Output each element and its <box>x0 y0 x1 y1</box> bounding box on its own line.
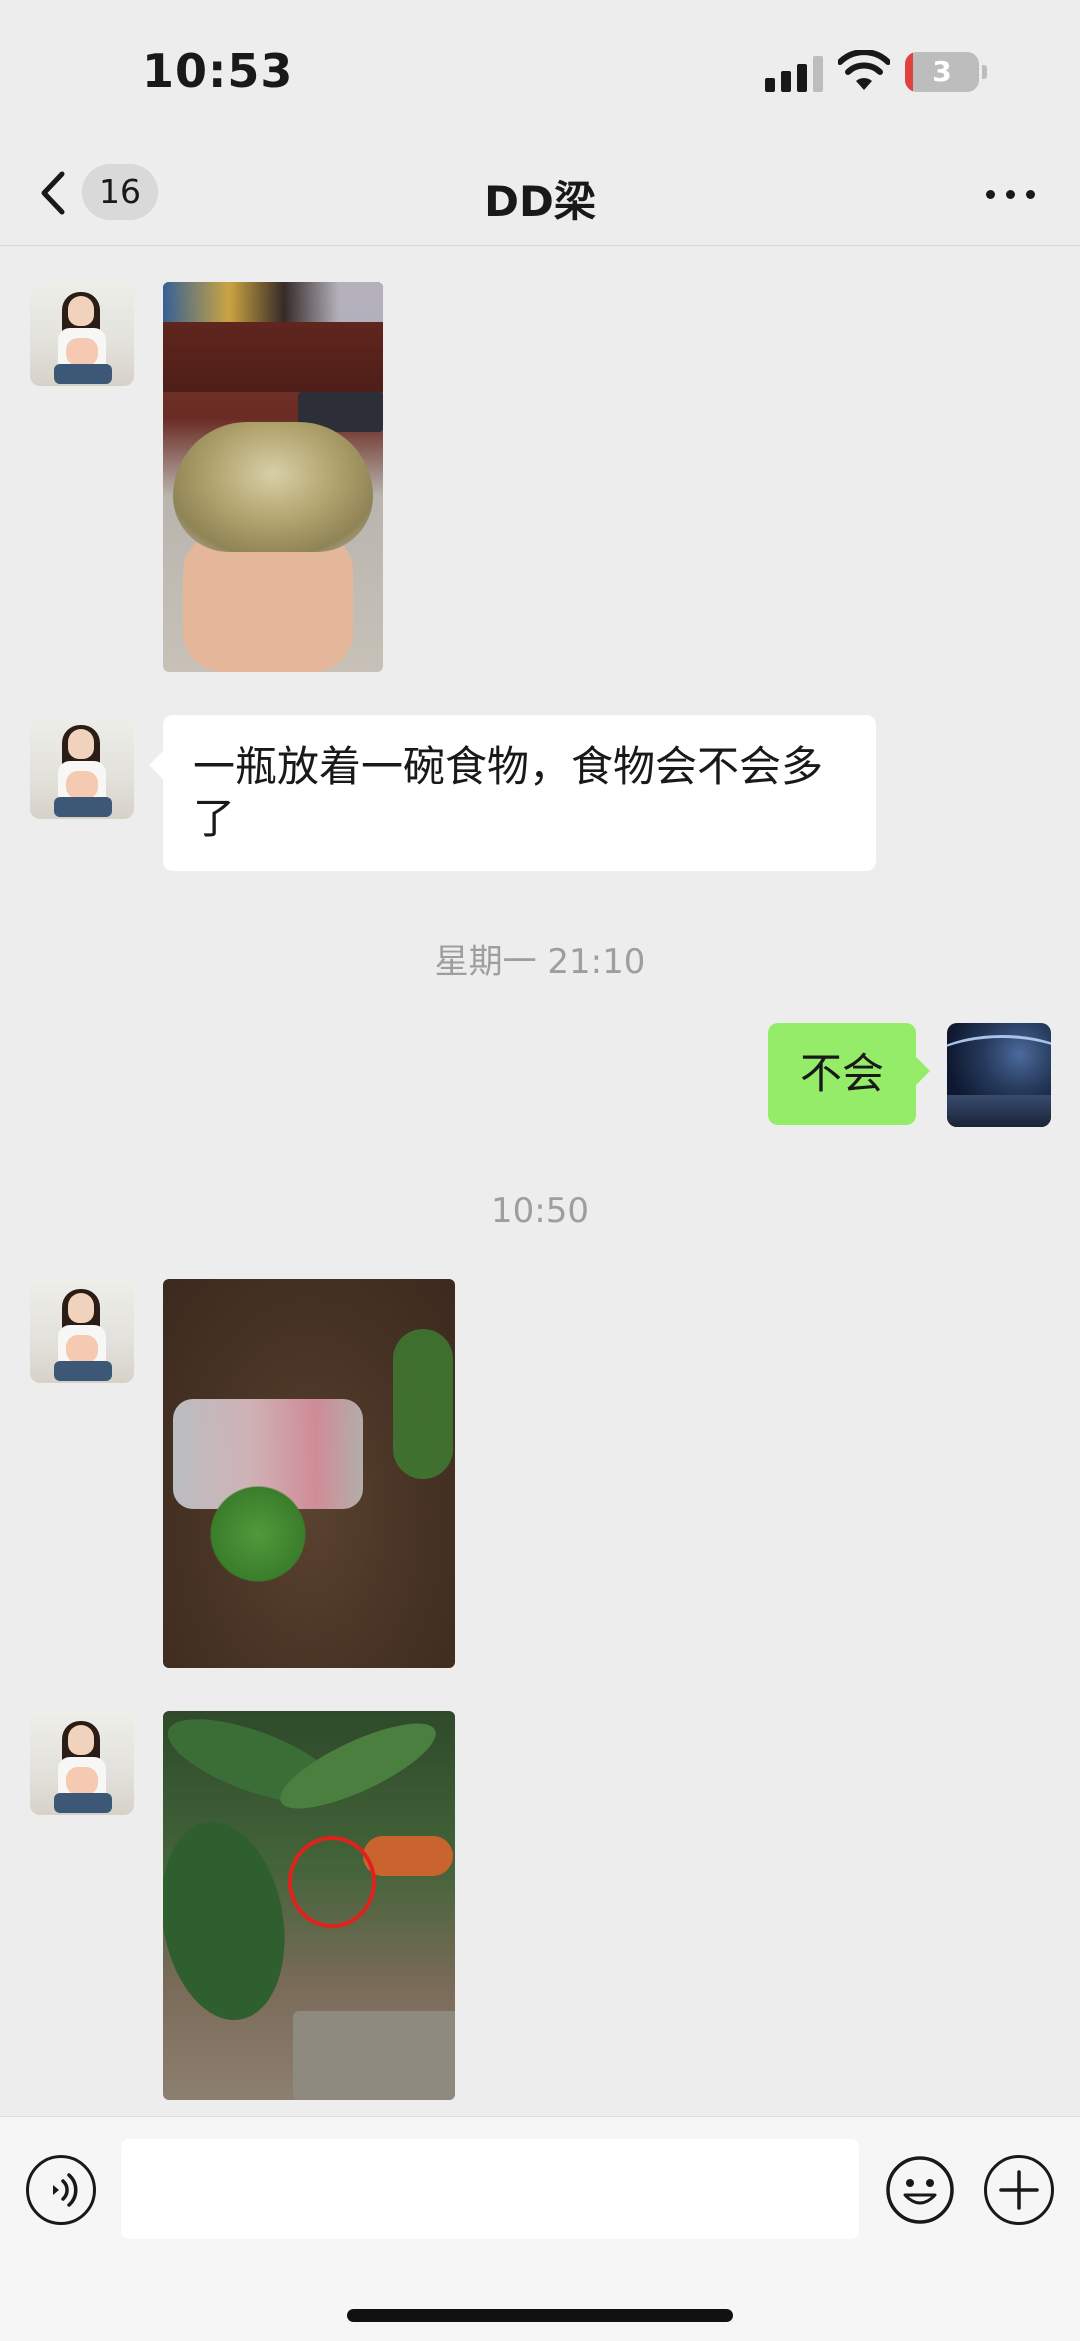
contact-avatar[interactable] <box>30 282 134 386</box>
avatar-baby <box>66 1767 98 1795</box>
home-indicator[interactable] <box>347 2309 733 2322</box>
avatar-face <box>68 1725 94 1755</box>
avatar-face <box>68 296 94 326</box>
photo-food-cup <box>173 422 373 552</box>
image-message-palm[interactable] <box>163 1711 455 2100</box>
avatar-legs <box>54 1361 112 1381</box>
photo-pot <box>363 1836 453 1876</box>
battery-cap <box>982 65 987 79</box>
photo-frond <box>163 1812 300 2030</box>
contact-avatar[interactable] <box>30 1711 134 1815</box>
avatar-baby <box>66 1335 98 1363</box>
avatar-baby <box>66 771 98 799</box>
cellular-signal-icon <box>765 56 823 92</box>
image-message-food[interactable] <box>163 282 383 672</box>
self-avatar[interactable] <box>947 1023 1051 1127</box>
photo-curb <box>293 2011 455 2100</box>
emoji-button[interactable] <box>885 2155 955 2225</box>
photo-plant-leaves <box>203 1479 313 1589</box>
voice-input-button[interactable] <box>26 2155 96 2225</box>
status-bar: 10:53 3 <box>0 0 1080 140</box>
chat-timestamp: 10:50 <box>491 1191 589 1231</box>
photo-red-circle-annotation <box>288 1836 376 1928</box>
chat-timestamp: 星期一 21:10 <box>434 942 646 982</box>
chevron-left-icon <box>41 171 65 215</box>
avatar-baby <box>66 338 98 366</box>
status-time: 10:53 <box>142 44 294 98</box>
avatar-legs <box>54 797 112 817</box>
text-message-incoming[interactable]: 一瓶放着一碗食物，食物会不会多了 <box>149 715 876 871</box>
photo-desk-items <box>163 282 383 322</box>
more-dot <box>1026 190 1035 199</box>
avatar-legs <box>54 1793 112 1813</box>
wifi-icon <box>838 50 890 90</box>
plus-circle-icon <box>999 2170 1039 2210</box>
message-text: 不会 <box>799 1049 884 1098</box>
battery-level-text: 3 <box>932 55 952 88</box>
photo-greens <box>393 1329 453 1479</box>
unread-count-badge: 16 <box>82 164 158 220</box>
avatar-face <box>68 1293 94 1323</box>
text-message-outgoing[interactable]: 不会 <box>768 1023 930 1125</box>
image-message-plant[interactable] <box>163 1279 455 1668</box>
contact-avatar[interactable] <box>30 1279 134 1383</box>
more-horizontal-icon <box>986 190 995 199</box>
emoji-icon <box>886 2156 954 2224</box>
message-text: 一瓶放着一碗食物，食物会不会多了 <box>193 742 824 843</box>
input-bar <box>0 2116 1080 2341</box>
voice-icon <box>53 2173 78 2207</box>
more-dot <box>1006 190 1015 199</box>
more-actions-button[interactable] <box>984 2155 1054 2225</box>
more-options-button[interactable] <box>976 170 1046 220</box>
battery-shell: 3 <box>905 52 979 92</box>
back-button[interactable]: 16 <box>30 160 160 224</box>
avatar-city <box>947 1095 1051 1127</box>
chat-header: 16 DD梁 <box>0 140 1080 246</box>
contact-avatar[interactable] <box>30 715 134 819</box>
chat-title: DD梁 <box>484 177 596 226</box>
avatar-face <box>68 729 94 759</box>
battery-icon: 3 <box>905 52 987 92</box>
avatar-legs <box>54 364 112 384</box>
message-input[interactable] <box>121 2139 859 2239</box>
photo-hand <box>183 532 353 672</box>
